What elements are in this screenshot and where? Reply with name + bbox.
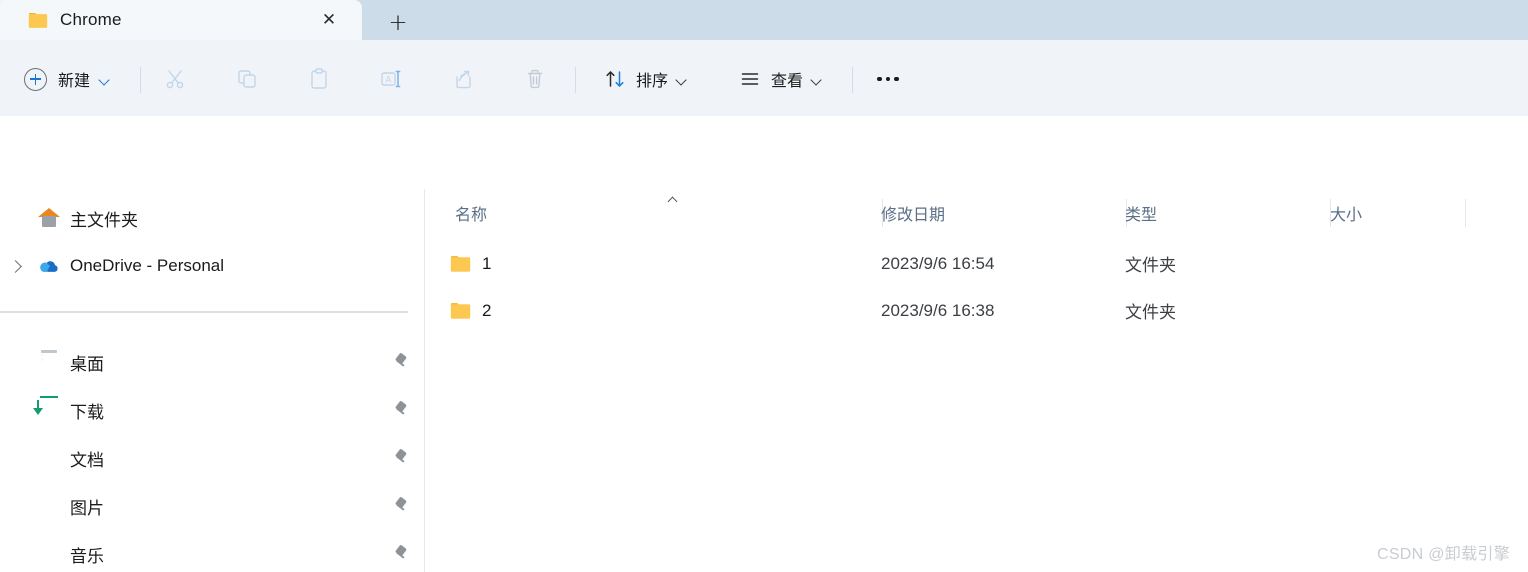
- download-icon: [33, 396, 60, 421]
- pictures-icon: [30, 484, 60, 517]
- toolbar-separator: [575, 67, 576, 93]
- tab-chrome[interactable]: Chrome ✕: [0, 0, 362, 40]
- pin-icon[interactable]: [392, 400, 410, 419]
- sidebar-item-label: OneDrive - Personal: [70, 256, 225, 275]
- list-lines-icon: [739, 68, 761, 90]
- rename-button[interactable]: A: [371, 59, 411, 99]
- column-header-size[interactable]: 大小: [1330, 189, 1362, 237]
- close-icon[interactable]: ✕: [318, 9, 340, 31]
- column-header-label: 名称: [455, 207, 488, 224]
- new-tab-button[interactable]: +: [378, 6, 418, 40]
- folder-icon: [450, 255, 471, 273]
- expander-placeholder: [0, 484, 30, 528]
- column-divider[interactable]: [1465, 199, 1466, 227]
- view-button-label: 查看: [771, 73, 804, 90]
- cut-button[interactable]: [155, 59, 195, 99]
- desktop-icon: [38, 351, 60, 373]
- column-header-date[interactable]: 修改日期: [881, 189, 945, 237]
- documents-icon: [38, 447, 60, 469]
- sidebar-item-desktop[interactable]: 桌面: [0, 340, 424, 384]
- watermark-text: CSDN @卸载引擎: [1376, 546, 1510, 563]
- tab-title: Chrome: [60, 10, 122, 29]
- file-explorer-window: Chrome ✕ + 新建 A 排序 查看 主文件夹 OneDrive - Pe…: [0, 0, 1528, 572]
- plus-circle-icon: [24, 67, 47, 91]
- sort-button[interactable]: 排序: [594, 60, 697, 98]
- file-date: 2023/9/6 16:54: [881, 253, 995, 273]
- sidebar-item-label: 文档: [70, 450, 104, 470]
- sidebar-item-downloads[interactable]: 下载: [0, 388, 424, 432]
- pin-icon[interactable]: [392, 448, 410, 467]
- delete-button[interactable]: [515, 59, 555, 99]
- more-dots-icon[interactable]: [868, 59, 908, 99]
- column-header-label: 大小: [1330, 207, 1363, 224]
- sidebar-divider: [0, 311, 408, 313]
- address-row: ← → ↑ › 此电脑 › OS (C:) › temp ›: [0, 116, 1528, 295]
- sidebar-item-music[interactable]: 音乐: [0, 532, 424, 572]
- view-button[interactable]: 查看: [729, 60, 832, 98]
- file-name: 2: [482, 300, 492, 320]
- file-list-pane: 名称 修改日期 类型 大小 1 2023/9/6 16:54 文件夹 2 202…: [425, 189, 1528, 572]
- table-row[interactable]: 2 2023/9/6 16:38 文件夹: [425, 287, 1528, 334]
- expander-placeholder: [0, 532, 30, 572]
- pin-icon[interactable]: [392, 352, 410, 371]
- music-icon: [38, 543, 60, 565]
- sidebar-item-label: 桌面: [70, 354, 104, 374]
- tab-strip: Chrome ✕ +: [0, 0, 1528, 40]
- sort-arrows-icon: [604, 68, 626, 90]
- folder-icon: [450, 302, 471, 320]
- table-row[interactable]: 1 2023/9/6 16:54 文件夹: [425, 240, 1528, 287]
- file-type: 文件夹: [1125, 303, 1176, 322]
- toolbar-separator: [852, 67, 853, 93]
- chevron-down-icon: [811, 76, 822, 83]
- column-header-label: 类型: [1125, 207, 1158, 224]
- pin-icon[interactable]: [392, 544, 410, 563]
- new-button[interactable]: 新建: [14, 60, 120, 98]
- sidebar-item-onedrive[interactable]: OneDrive - Personal: [0, 244, 424, 288]
- sidebar-item-label: 音乐: [70, 546, 104, 566]
- home-icon: [38, 207, 60, 229]
- file-date: 2023/9/6 16:38: [881, 300, 995, 320]
- sidebar-item-documents[interactable]: 文档: [0, 436, 424, 480]
- command-bar: 新建 A 排序 查看: [0, 43, 1528, 116]
- chevron-right-icon[interactable]: [0, 244, 30, 288]
- file-name: 1: [482, 253, 492, 273]
- expander-placeholder: [0, 196, 30, 240]
- sort-ascending-icon: [668, 196, 678, 202]
- file-name-cell: 2: [450, 301, 491, 321]
- share-button[interactable]: [443, 59, 483, 99]
- sidebar-item-label: 下载: [70, 402, 104, 422]
- column-header-type[interactable]: 类型: [1125, 189, 1157, 237]
- navigation-pane: 主文件夹 OneDrive - Personal 桌面 下载 文档 图片 音乐: [0, 189, 424, 572]
- paste-button[interactable]: [299, 59, 339, 99]
- column-header-row: 名称 修改日期 类型 大小: [425, 189, 1528, 237]
- sort-button-label: 排序: [636, 73, 669, 90]
- file-name-cell: 1: [450, 254, 491, 274]
- sidebar-item-pictures[interactable]: 图片: [0, 484, 424, 528]
- sidebar-item-home[interactable]: 主文件夹: [0, 196, 424, 240]
- expander-placeholder: [0, 388, 30, 432]
- expander-placeholder: [0, 436, 30, 480]
- folder-icon: [28, 12, 48, 29]
- sidebar-item-label: 图片: [70, 498, 104, 518]
- sidebar-item-label: 主文件夹: [70, 210, 138, 230]
- pin-icon[interactable]: [392, 496, 410, 515]
- column-header-label: 修改日期: [881, 207, 946, 224]
- file-type: 文件夹: [1125, 256, 1176, 275]
- toolbar-separator: [140, 67, 141, 93]
- copy-button[interactable]: [227, 59, 267, 99]
- new-button-label: 新建: [58, 73, 91, 90]
- expander-placeholder: [0, 340, 30, 384]
- chevron-down-icon: [99, 76, 110, 83]
- column-header-name[interactable]: 名称: [455, 189, 487, 237]
- chevron-down-icon: [676, 76, 687, 83]
- svg-text:A: A: [385, 75, 391, 85]
- onedrive-cloud-icon: [38, 255, 60, 277]
